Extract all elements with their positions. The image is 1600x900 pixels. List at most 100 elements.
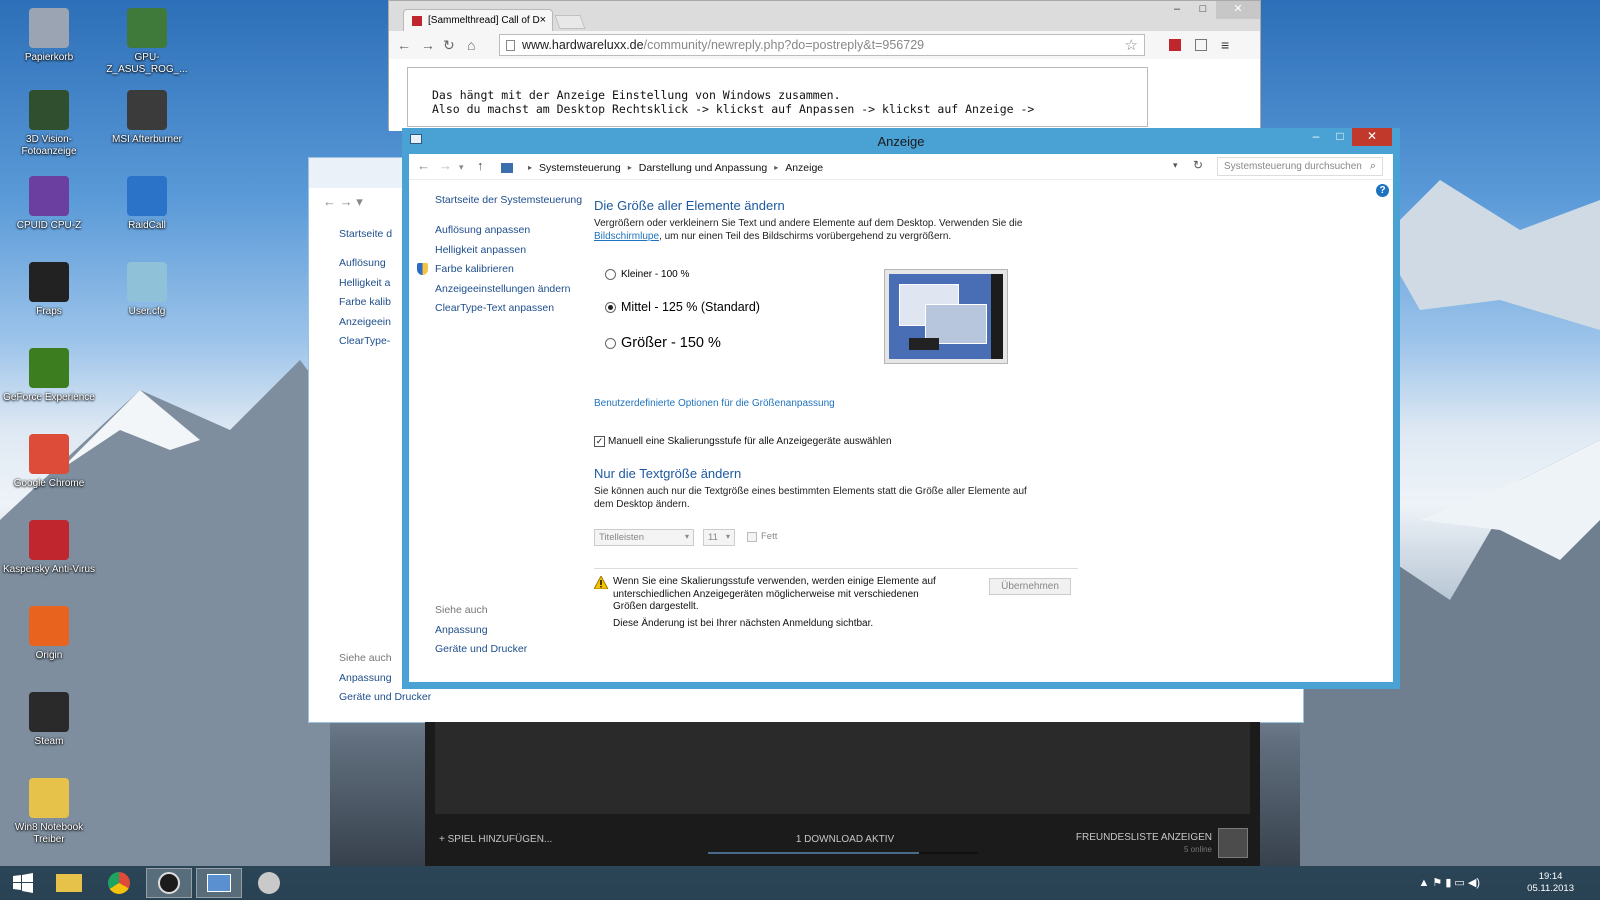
chrome-menu-icon[interactable]: ≡ — [1221, 37, 1229, 53]
maximize-button[interactable]: □ — [1328, 128, 1352, 146]
taskbar-chrome[interactable] — [96, 868, 142, 898]
close-tab-icon[interactable]: × — [540, 14, 546, 26]
clock-time: 19:14 — [1538, 871, 1563, 882]
up-icon[interactable]: ↑ — [477, 158, 484, 173]
bg-nav-link[interactable]: ClearType- — [339, 335, 392, 355]
desktop-icon-label: CPUID CPU-Z — [16, 220, 82, 231]
reload-icon[interactable]: ↻ — [443, 37, 455, 54]
friends-list-button[interactable]: FREUNDESLISTE ANZEIGEN — [1076, 832, 1212, 843]
taskbar-explorer[interactable] — [46, 868, 92, 898]
bg-nav-link[interactable]: Farbe kalib — [339, 296, 392, 316]
element-select[interactable]: Titelleisten ▾ — [594, 529, 694, 546]
desktop-icon-label: Google Chrome — [13, 478, 85, 489]
description: Vergrößern oder verkleinern Sie Text und… — [594, 218, 1074, 243]
desktop-icon[interactable]: GeForce Experience — [2, 348, 96, 404]
clock[interactable]: 19:14 05.11.2013 — [1527, 871, 1574, 895]
help-icon[interactable]: ? — [1376, 184, 1389, 197]
taskbar-steam[interactable] — [146, 868, 192, 898]
start-button[interactable] — [0, 868, 46, 898]
manual-scaling-checkbox[interactable]: ✓ Manuell eine Skalierungsstufe für alle… — [594, 436, 892, 447]
custom-sizing-link[interactable]: Benutzerdefinierte Optionen für die Größ… — [594, 398, 835, 409]
system-tray[interactable]: ▲ ⚑ ▮ ▭ ◀) — [1418, 876, 1480, 889]
recent-pages-icon[interactable]: ▾ — [459, 162, 464, 173]
desktop-icon-label: User.cfg — [128, 306, 166, 317]
see-link-anpassung[interactable]: Anpassung — [435, 624, 527, 644]
back-icon[interactable]: ← — [417, 158, 430, 173]
breadcrumb-anzeige[interactable]: Anzeige — [785, 162, 823, 174]
anzeige-body: ← → ▾ ↑ ▸ Systemsteuerung ▸ Darstellung … — [409, 154, 1393, 682]
search-input[interactable]: Systemsteuerung durchsuchen ⌕ — [1217, 157, 1383, 176]
extension-icon[interactable] — [1169, 39, 1181, 51]
control-panel-home-link[interactable]: Startseite der Systemsteuerung — [435, 194, 582, 224]
radio-icon — [605, 269, 616, 280]
taskbar-control-panel[interactable] — [196, 868, 242, 898]
extension-k-icon[interactable] — [1195, 39, 1207, 51]
desktop-icon[interactable]: Steam — [2, 692, 96, 748]
breadcrumb-systemsteuerung[interactable]: Systemsteuerung — [539, 162, 621, 174]
chrome-tab[interactable]: [Sammelthread] Call of D × — [403, 9, 553, 31]
new-tab-button[interactable] — [554, 15, 586, 29]
breadcrumb[interactable]: ▸ Systemsteuerung ▸ Darstellung und Anpa… — [501, 159, 1181, 176]
left-link-anzeigeeinstellungen[interactable]: Anzeigeeinstellungen ändern — [435, 283, 582, 303]
download-status[interactable]: 1 DOWNLOAD AKTIV — [795, 834, 895, 845]
desktop-icon[interactable]: Win8 Notebook Treiber — [2, 778, 96, 846]
forward-icon[interactable]: → — [421, 37, 435, 53]
maximize-button[interactable]: □ — [1190, 1, 1216, 19]
desktop-icon[interactable]: 3D Vision-Fotoanzeige — [2, 90, 96, 158]
reply-textarea[interactable]: Das hängt mit der Anzeige Einstellung vo… — [407, 67, 1148, 127]
search-icon[interactable]: ⌕ — [1370, 160, 1376, 173]
taskbar-msi-afterburner[interactable] — [246, 868, 292, 898]
desktop-icon[interactable]: Papierkorb — [2, 8, 96, 64]
desktop-icon[interactable]: User.cfg — [100, 262, 194, 318]
desktop-icon[interactable]: CPUID CPU-Z — [2, 176, 96, 232]
close-button[interactable]: ✕ — [1352, 128, 1392, 146]
desktop-icon[interactable]: MSI Afterburner — [100, 90, 194, 146]
origin-icon — [29, 606, 69, 646]
background-nav-buttons[interactable]: ← → ▾ — [323, 194, 363, 210]
url-path: /community/newreply.php?do=postreply&t=9… — [643, 38, 925, 52]
radio-icon — [605, 301, 616, 313]
refresh-icon[interactable]: ↻ — [1193, 158, 1203, 172]
checkbox-icon — [747, 531, 757, 542]
avatar[interactable] — [1218, 828, 1248, 858]
address-dropdown-icon[interactable]: ▾ — [1173, 160, 1178, 171]
home-icon[interactable]: ⌂ — [467, 37, 475, 53]
desktop-icon[interactable]: GPU-Z_ASUS_ROG_... — [100, 8, 194, 76]
bold-checkbox[interactable]: Fett — [747, 531, 777, 542]
bg-see-link-geraete[interactable]: Geräte und Drucker — [339, 691, 431, 711]
font-size-value: 11 — [708, 532, 718, 543]
font-size-select[interactable]: 11 ▾ — [703, 529, 735, 546]
option-medium-radio[interactable]: Mittel - 125 % (Standard) — [605, 300, 760, 314]
desktop-icon[interactable]: Kaspersky Anti-Virus — [2, 520, 96, 576]
desktop-icon[interactable]: Google Chrome — [2, 434, 96, 490]
left-link-helligkeit[interactable]: Helligkeit anpassen — [435, 244, 582, 264]
option-large-radio[interactable]: Größer - 150 % — [605, 335, 721, 351]
bg-nav-link[interactable]: Startseite d — [339, 228, 392, 257]
bookmark-star-icon[interactable]: ☆ — [1125, 36, 1138, 54]
close-button[interactable]: ✕ — [1216, 1, 1260, 19]
add-game-button[interactable]: + SPIEL HINZUFÜGEN... — [439, 834, 552, 845]
desktop-icon[interactable]: Origin — [2, 606, 96, 662]
magnifier-link[interactable]: Bildschirmlupe — [594, 231, 659, 242]
see-link-geraete[interactable]: Geräte und Drucker — [435, 643, 527, 663]
left-link-aufloesung[interactable]: Auflösung anpassen — [435, 224, 582, 244]
minimize-button[interactable]: – — [1164, 1, 1190, 19]
bg-nav-link[interactable]: Helligkeit a — [339, 277, 392, 297]
option-small-radio[interactable]: Kleiner - 100 % — [605, 269, 689, 280]
steam-icon — [158, 872, 180, 894]
breadcrumb-darstellung[interactable]: Darstellung und Anpassung — [639, 162, 767, 174]
desktop-icon[interactable]: RaidCall — [100, 176, 194, 232]
bg-nav-link[interactable]: Anzeigeein — [339, 316, 392, 336]
bg-nav-link[interactable]: Auflösung — [339, 257, 392, 277]
apply-button[interactable]: Übernehmen — [989, 578, 1071, 595]
left-link-cleartype[interactable]: ClearType-Text anpassen — [435, 302, 582, 322]
forward-icon[interactable]: → — [439, 158, 452, 173]
desktop-icon[interactable]: Fraps — [2, 262, 96, 318]
textsize-description: Sie können auch nur die Textgröße eines … — [594, 486, 1027, 510]
minimize-button[interactable]: – — [1304, 128, 1328, 146]
left-link-farbe[interactable]: Farbe kalibrieren — [417, 263, 582, 283]
back-icon[interactable]: ← — [397, 37, 411, 53]
address-bar[interactable]: www.hardwareluxx.de/community/newreply.p… — [499, 34, 1145, 56]
checkbox-checked-icon: ✓ — [594, 436, 605, 447]
taskbar: ▲ ⚑ ▮ ▭ ◀) 19:14 05.11.2013 — [0, 866, 1600, 900]
